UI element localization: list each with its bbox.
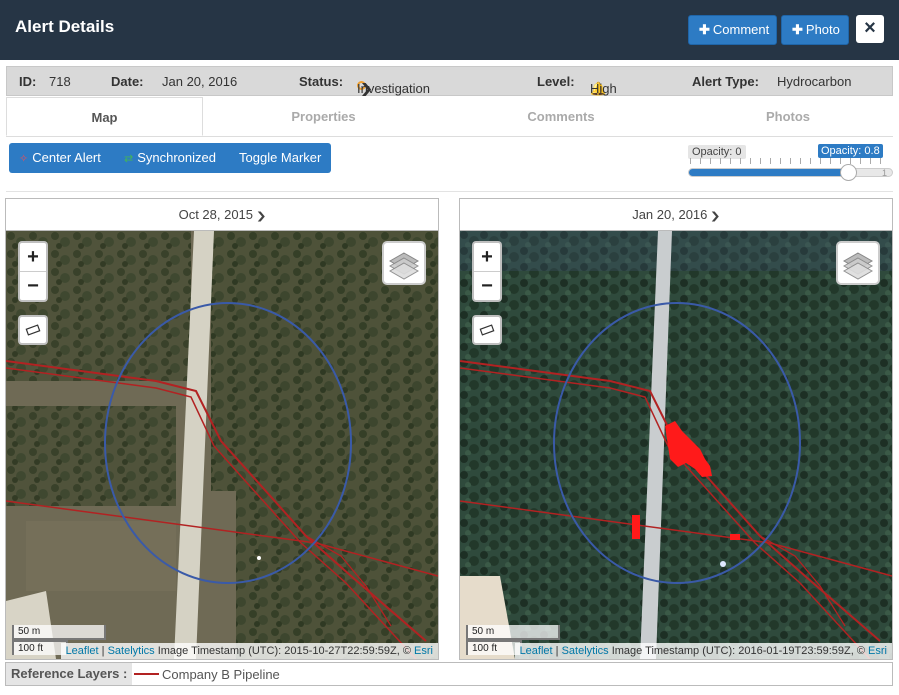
map-date-before: Oct 28, 2015: [178, 207, 254, 222]
add-photo-button[interactable]: ✚ Photo: [781, 15, 849, 45]
leaflet-link[interactable]: Leaflet: [520, 645, 553, 657]
modal-title: Alert Details: [15, 17, 115, 36]
tab-comments[interactable]: Comments: [461, 97, 661, 136]
attrib-timestamp: Image Timestamp (UTC): 2015-10-27T22:59:…: [154, 645, 415, 657]
toggle-marker-label: Toggle Marker: [239, 150, 322, 165]
center-alert-label: Center Alert: [32, 150, 101, 165]
date-value: Jan 20, 2016: [162, 74, 238, 89]
layers-icon: [842, 252, 874, 280]
plus-icon: ✚: [699, 22, 710, 37]
map-view-after[interactable]: + − 50 m 100 ft Leaflet | Satelytics Ima…: [460, 231, 892, 659]
esri-link[interactable]: Esri: [414, 645, 433, 657]
close-icon: ×: [864, 17, 876, 39]
map-panel-before: Oct 28, 2015 ❯ + − 50 m 100 ft Leaflet |…: [5, 198, 439, 660]
reference-layers-bar: Reference Layers : Company B Pipeline: [5, 662, 893, 686]
zoom-out-button[interactable]: −: [20, 272, 46, 301]
chevron-down-icon: ❯: [710, 211, 722, 222]
measure-button[interactable]: [18, 315, 48, 345]
pipeline-legend-label: Company B Pipeline: [162, 667, 280, 682]
satellite-image-before: [6, 231, 438, 659]
layers-icon: [388, 252, 420, 280]
date-label: Date:: [111, 74, 144, 89]
esri-link[interactable]: Esri: [868, 645, 887, 657]
status-label: Status:: [299, 74, 344, 89]
zoom-in-button[interactable]: +: [20, 243, 46, 272]
map-view-before[interactable]: + − 50 m 100 ft Leaflet | Satelytics Ima…: [6, 231, 438, 659]
opacity-current-label: Opacity: 0.8: [818, 144, 883, 158]
leaflet-link[interactable]: Leaflet: [66, 645, 99, 657]
layers-button[interactable]: [382, 241, 426, 285]
level-label: Level:: [537, 74, 575, 89]
date-selector-before[interactable]: Oct 28, 2015 ❯: [6, 199, 438, 231]
zoom-out-button[interactable]: −: [474, 272, 500, 301]
tab-map[interactable]: Map: [6, 97, 203, 136]
alert-type-value: Hydrocarbon: [777, 74, 852, 89]
pipeline-legend-line: [134, 673, 159, 675]
satelytics-link[interactable]: Satelytics: [108, 645, 155, 657]
opacity-max-label: 1: [882, 168, 888, 178]
center-alert-button[interactable]: ✧ Center Alert: [19, 150, 101, 165]
opacity-min-label: Opacity: 0: [688, 145, 746, 159]
date-selector-after[interactable]: Jan 20, 2016 ❯: [460, 199, 892, 231]
opacity-slider-fill: [689, 169, 851, 176]
alert-info-bar: ID: 718 Date: Jan 20, 2016 Status: Inves…: [6, 66, 893, 96]
scale-meters: 50 m: [12, 625, 106, 640]
toggle-marker-button[interactable]: Toggle Marker: [239, 150, 321, 165]
close-button[interactable]: ×: [856, 15, 884, 43]
attrib-timestamp: Image Timestamp (UTC): 2016-01-19T23:59:…: [608, 645, 869, 657]
map-panel-after: Jan 20, 2016 ❯ + − 50 m 100 ft Leaflet |…: [459, 198, 893, 660]
modal-header: Alert Details ✚ Comment ✚ Photo ×: [0, 0, 899, 60]
zoom-control: + −: [18, 241, 48, 302]
synchronized-toggle[interactable]: ⇄ Synchronized: [124, 150, 216, 165]
tab-bar: Map Properties Comments Photos: [6, 97, 893, 137]
layers-button[interactable]: [836, 241, 880, 285]
map-attribution: Leaflet | Satelytics Image Timestamp (UT…: [60, 643, 438, 659]
divider: [6, 191, 893, 192]
plus-icon: ✚: [792, 22, 803, 37]
attrib-separator: |: [552, 645, 562, 657]
synchronized-label: Synchronized: [137, 150, 216, 165]
id-label: ID:: [19, 74, 37, 89]
id-value: 718: [49, 74, 71, 89]
scale-meters: 50 m: [466, 625, 560, 640]
map-attribution: Leaflet | Satelytics Image Timestamp (UT…: [514, 643, 892, 659]
level-value: High: [590, 81, 617, 96]
ruler-icon: [479, 324, 495, 336]
opacity-slider[interactable]: [688, 168, 893, 177]
opacity-slider-handle[interactable]: [840, 164, 857, 181]
sync-icon: ⇄: [124, 153, 134, 165]
zoom-in-button[interactable]: +: [474, 243, 500, 272]
chevron-down-icon: ❯: [255, 211, 267, 222]
attrib-separator: |: [98, 645, 108, 657]
chevron-down-icon: ❯: [359, 81, 374, 96]
map-date-after: Jan 20, 2016: [632, 207, 708, 222]
photo-button-label: Photo: [805, 22, 840, 37]
zoom-control: + −: [472, 241, 502, 302]
tab-photos[interactable]: Photos: [688, 97, 888, 136]
comment-button-label: Comment: [712, 22, 770, 37]
alert-type-label: Alert Type:: [692, 74, 759, 89]
add-comment-button[interactable]: ✚ Comment: [688, 15, 777, 45]
map-toolbar: ✧ Center Alert ⇄ Synchronized Toggle Marke…: [9, 143, 331, 173]
satellite-image-after: [460, 231, 892, 659]
crosshair-icon: ✧: [19, 153, 29, 165]
satelytics-link[interactable]: Satelytics: [562, 645, 609, 657]
ruler-icon: [25, 324, 41, 336]
opacity-ticks: [690, 158, 890, 164]
tab-properties[interactable]: Properties: [226, 97, 421, 136]
measure-button[interactable]: [472, 315, 502, 345]
reference-layers-label: Reference Layers :: [6, 663, 133, 685]
